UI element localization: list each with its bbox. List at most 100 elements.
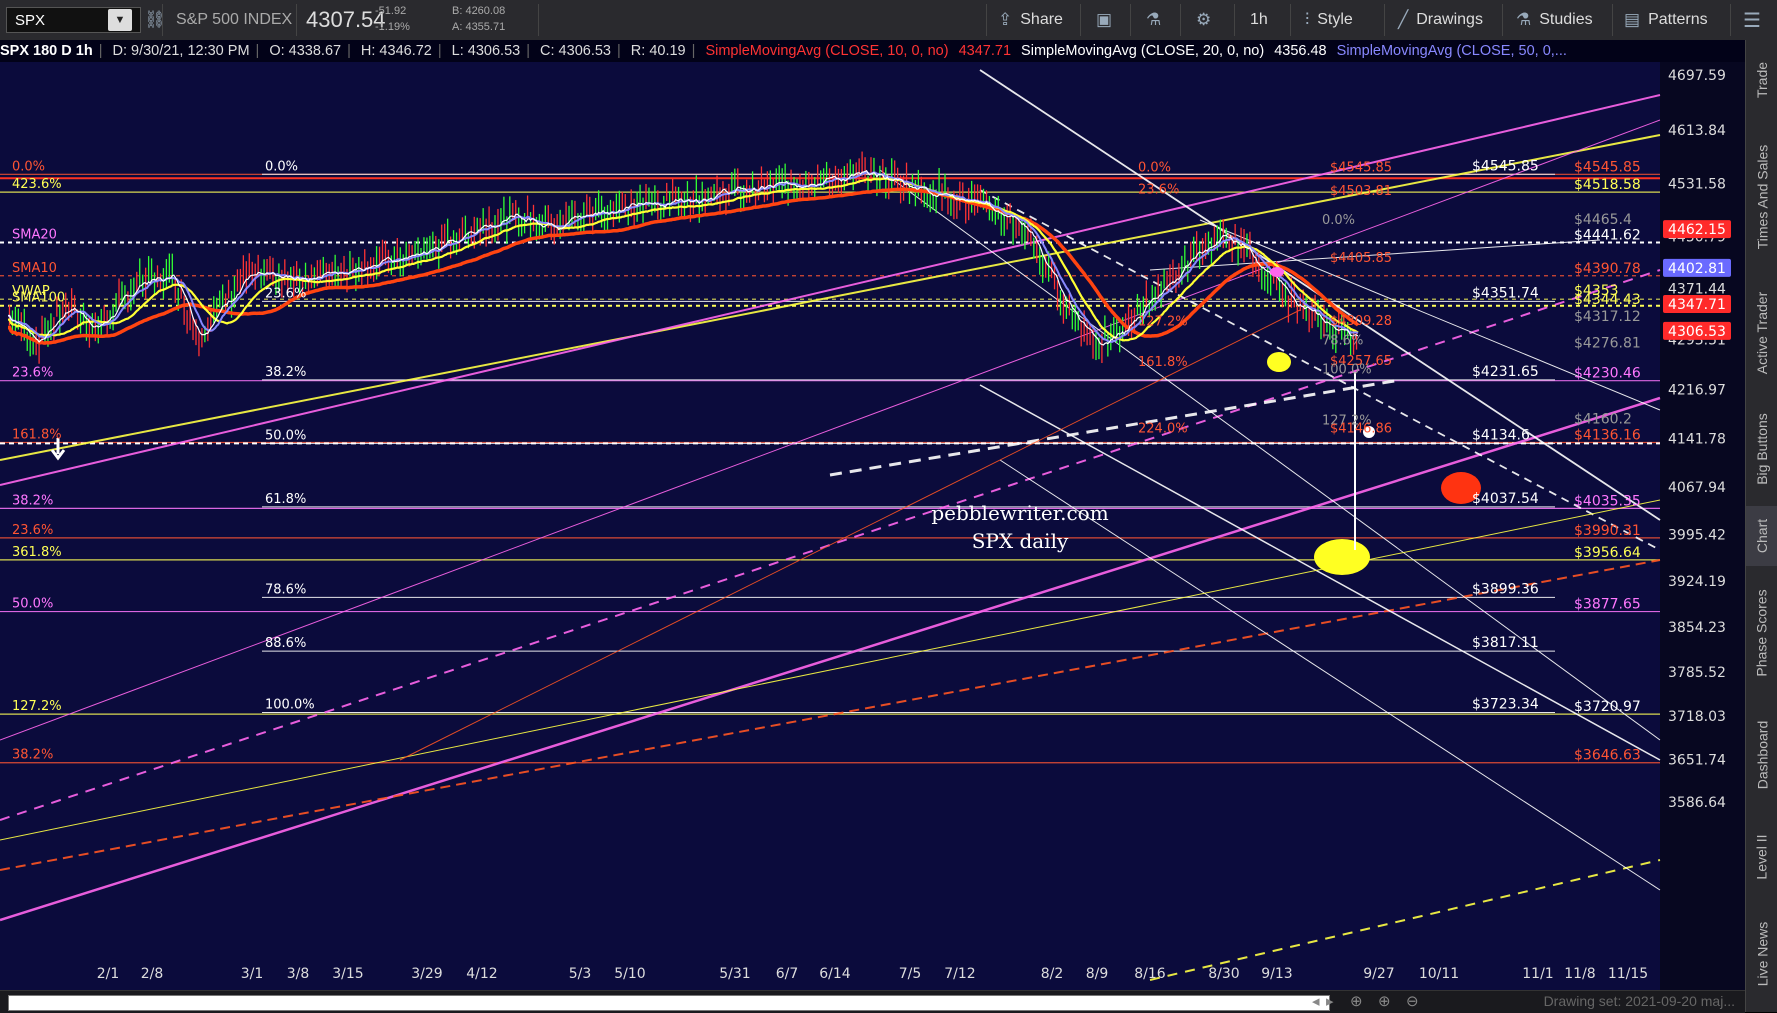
- left-fib-label: SMA100: [12, 291, 65, 306]
- right-fib-label: $4160.2: [1574, 412, 1632, 428]
- right-price-label: $4351.74: [1472, 285, 1539, 301]
- y-tick-label: 4697.59: [1668, 68, 1726, 84]
- crosshair-icon[interactable]: ⊕: [1350, 992, 1363, 1010]
- y-tick-label: 3718.03: [1668, 709, 1726, 725]
- right-fib-label: $3956.64: [1574, 545, 1641, 561]
- y-tick-label: 3651.74: [1668, 752, 1726, 768]
- right-fib-label: $4441.62: [1574, 228, 1641, 244]
- y-tick-label: 3995.42: [1668, 527, 1726, 543]
- menu-icon: ☰: [1743, 9, 1761, 32]
- right-fib-label: $4230.46: [1574, 366, 1641, 382]
- y-tick-label: 3924.19: [1668, 574, 1726, 590]
- bar-close: C: 4306.53: [540, 43, 611, 59]
- right-fib-label: $4035.35: [1574, 493, 1641, 509]
- small-fib-label: 23.6%: [1138, 182, 1179, 197]
- x-tick-label: 3/15: [332, 966, 363, 982]
- right-price-label: $3899.36: [1472, 581, 1539, 597]
- right-price-label: $4231.65: [1472, 364, 1539, 380]
- x-tick-label: 10/11: [1419, 966, 1459, 982]
- zoom-in-icon[interactable]: ⊕: [1378, 992, 1391, 1010]
- flask-icon: ⚗: [1146, 10, 1162, 29]
- left-fib-label: 23.6%: [12, 366, 53, 381]
- timeframe-button[interactable]: 1h: [1250, 0, 1268, 40]
- sma20-label[interactable]: SimpleMovingAvg (CLOSE, 20, 0, no): [1021, 43, 1264, 59]
- scroll-left-icon[interactable]: ◂: [1312, 992, 1320, 1010]
- x-tick-label: 2/8: [141, 966, 164, 982]
- x-tick-label: 8/2: [1041, 966, 1064, 982]
- y-tick-label: 4531.58: [1668, 177, 1726, 193]
- x-tick-label: 4/12: [466, 966, 497, 982]
- tab-live-news[interactable]: Live News: [1746, 904, 1777, 1004]
- scroll-right-icon[interactable]: ▸: [1326, 992, 1334, 1010]
- share-button[interactable]: ⇪ Share: [998, 0, 1063, 40]
- time-scrollbar[interactable]: [8, 995, 1330, 1011]
- sma50-label[interactable]: SimpleMovingAvg (CLOSE, 50, 0,...: [1337, 43, 1567, 59]
- pencil-icon: ╱: [1398, 10, 1409, 29]
- tab-level-ii[interactable]: Level II: [1746, 812, 1777, 902]
- x-tick-label: 3/8: [287, 966, 310, 982]
- chart-title: SPX 180 D 1h: [0, 43, 93, 59]
- tab-times-and-sales[interactable]: Times And Sales: [1746, 122, 1777, 272]
- symbol-dropdown-button[interactable]: ▼: [108, 9, 132, 31]
- x-tick-label: 8/9: [1086, 966, 1109, 982]
- candles-icon: ⫶: [1305, 10, 1310, 29]
- patterns-button[interactable]: ▤ Patterns: [1624, 0, 1708, 40]
- sma10-label[interactable]: SimpleMovingAvg (CLOSE, 10, 0, no): [705, 43, 948, 59]
- settings-button[interactable]: ⚙: [1196, 0, 1211, 40]
- gear-icon: ⚙: [1196, 10, 1212, 29]
- x-tick-label: 6/14: [819, 966, 851, 982]
- zoom-out-icon[interactable]: ⊖: [1406, 992, 1419, 1010]
- studies-button[interactable]: ⚗ Studies: [1516, 0, 1593, 40]
- tab-trade[interactable]: Trade: [1746, 40, 1777, 120]
- y-tick-label: 3854.23: [1668, 620, 1726, 636]
- left-fib-label: SMA10: [12, 261, 57, 276]
- sma10-value: 4347.71: [958, 43, 1012, 59]
- x-tick-label: 11/1: [1522, 966, 1553, 982]
- right-fib-label: $3990.31: [1574, 523, 1641, 539]
- menu-button[interactable]: ☰: [1743, 0, 1761, 40]
- right-fib-label: $4344.43: [1574, 292, 1641, 308]
- watermark-line-2: SPX daily: [972, 529, 1069, 553]
- change-percent: -1.19%: [375, 21, 410, 33]
- price-change: -51.92 -1.19%: [375, 3, 410, 35]
- x-tick-label: 6/7: [776, 966, 799, 982]
- drawings-button[interactable]: ╱ Drawings: [1398, 0, 1483, 40]
- axis-badge-label: 4347.71: [1668, 297, 1726, 313]
- mid-fib-label: 38.2%: [265, 365, 306, 380]
- x-tick-label: 5/3: [569, 966, 592, 982]
- tab-phase-scores[interactable]: Phase Scores: [1746, 568, 1777, 698]
- chart-bottom-bar: ◂ ▸ ⊕ ⊕ ⊖ Drawing set: 2021-09-20 maj...: [0, 990, 1745, 1013]
- flask-button[interactable]: ⚗: [1146, 0, 1161, 40]
- tab-active-trader[interactable]: Active Trader: [1746, 274, 1777, 392]
- drawing-set-label[interactable]: Drawing set: 2021-09-20 maj...: [1544, 993, 1735, 1009]
- y-tick-label: 3586.64: [1668, 795, 1726, 811]
- right-price-label: $4037.54: [1472, 491, 1539, 507]
- x-tick-label: 5/31: [719, 966, 750, 982]
- camera-icon: ▣: [1096, 10, 1113, 29]
- small-fib-label: 0.0%: [1138, 160, 1171, 175]
- left-fib-label: 38.2%: [12, 493, 53, 508]
- x-tick-label: 5/10: [614, 966, 645, 982]
- style-button[interactable]: ⫶ Style: [1305, 0, 1353, 40]
- price-chart[interactable]: 0.0%423.6%SMA20SMA10VWAPSMA10023.6%161.8…: [0, 40, 1745, 990]
- small-fib-label: 0.0%: [1322, 213, 1355, 228]
- sma20-value: 4356.48: [1274, 43, 1327, 59]
- watermark-line-1: pebblewriter.com: [931, 501, 1108, 525]
- tab-big-buttons[interactable]: Big Buttons: [1746, 394, 1777, 504]
- y-tick-label: 4067.94: [1668, 480, 1726, 496]
- tab-dashboard[interactable]: Dashboard: [1746, 700, 1777, 810]
- tab-chart[interactable]: Chart: [1746, 506, 1777, 566]
- snapshot-button[interactable]: ▣: [1096, 0, 1112, 40]
- y-tick-label: 4613.84: [1668, 123, 1726, 139]
- right-fib-label: $4518.58: [1574, 177, 1641, 193]
- top-toolbar: SPX ▼ ⛓ S&P 500 INDEX 4307.54 -51.92 -1.…: [0, 0, 1777, 41]
- bid-value: B: 4260.08: [452, 5, 506, 17]
- ask-value: A: 4355.71: [452, 21, 506, 33]
- mid-fib-label: 61.8%: [265, 492, 306, 507]
- chart-background: [0, 40, 1745, 990]
- last-price: 4307.54: [306, 7, 386, 32]
- x-tick-label: 2/1: [97, 966, 120, 982]
- left-fib-label: 0.0%: [12, 159, 45, 174]
- small-fib-label: $4405.85: [1330, 251, 1392, 266]
- mid-fib-label: 23.6%: [265, 286, 306, 301]
